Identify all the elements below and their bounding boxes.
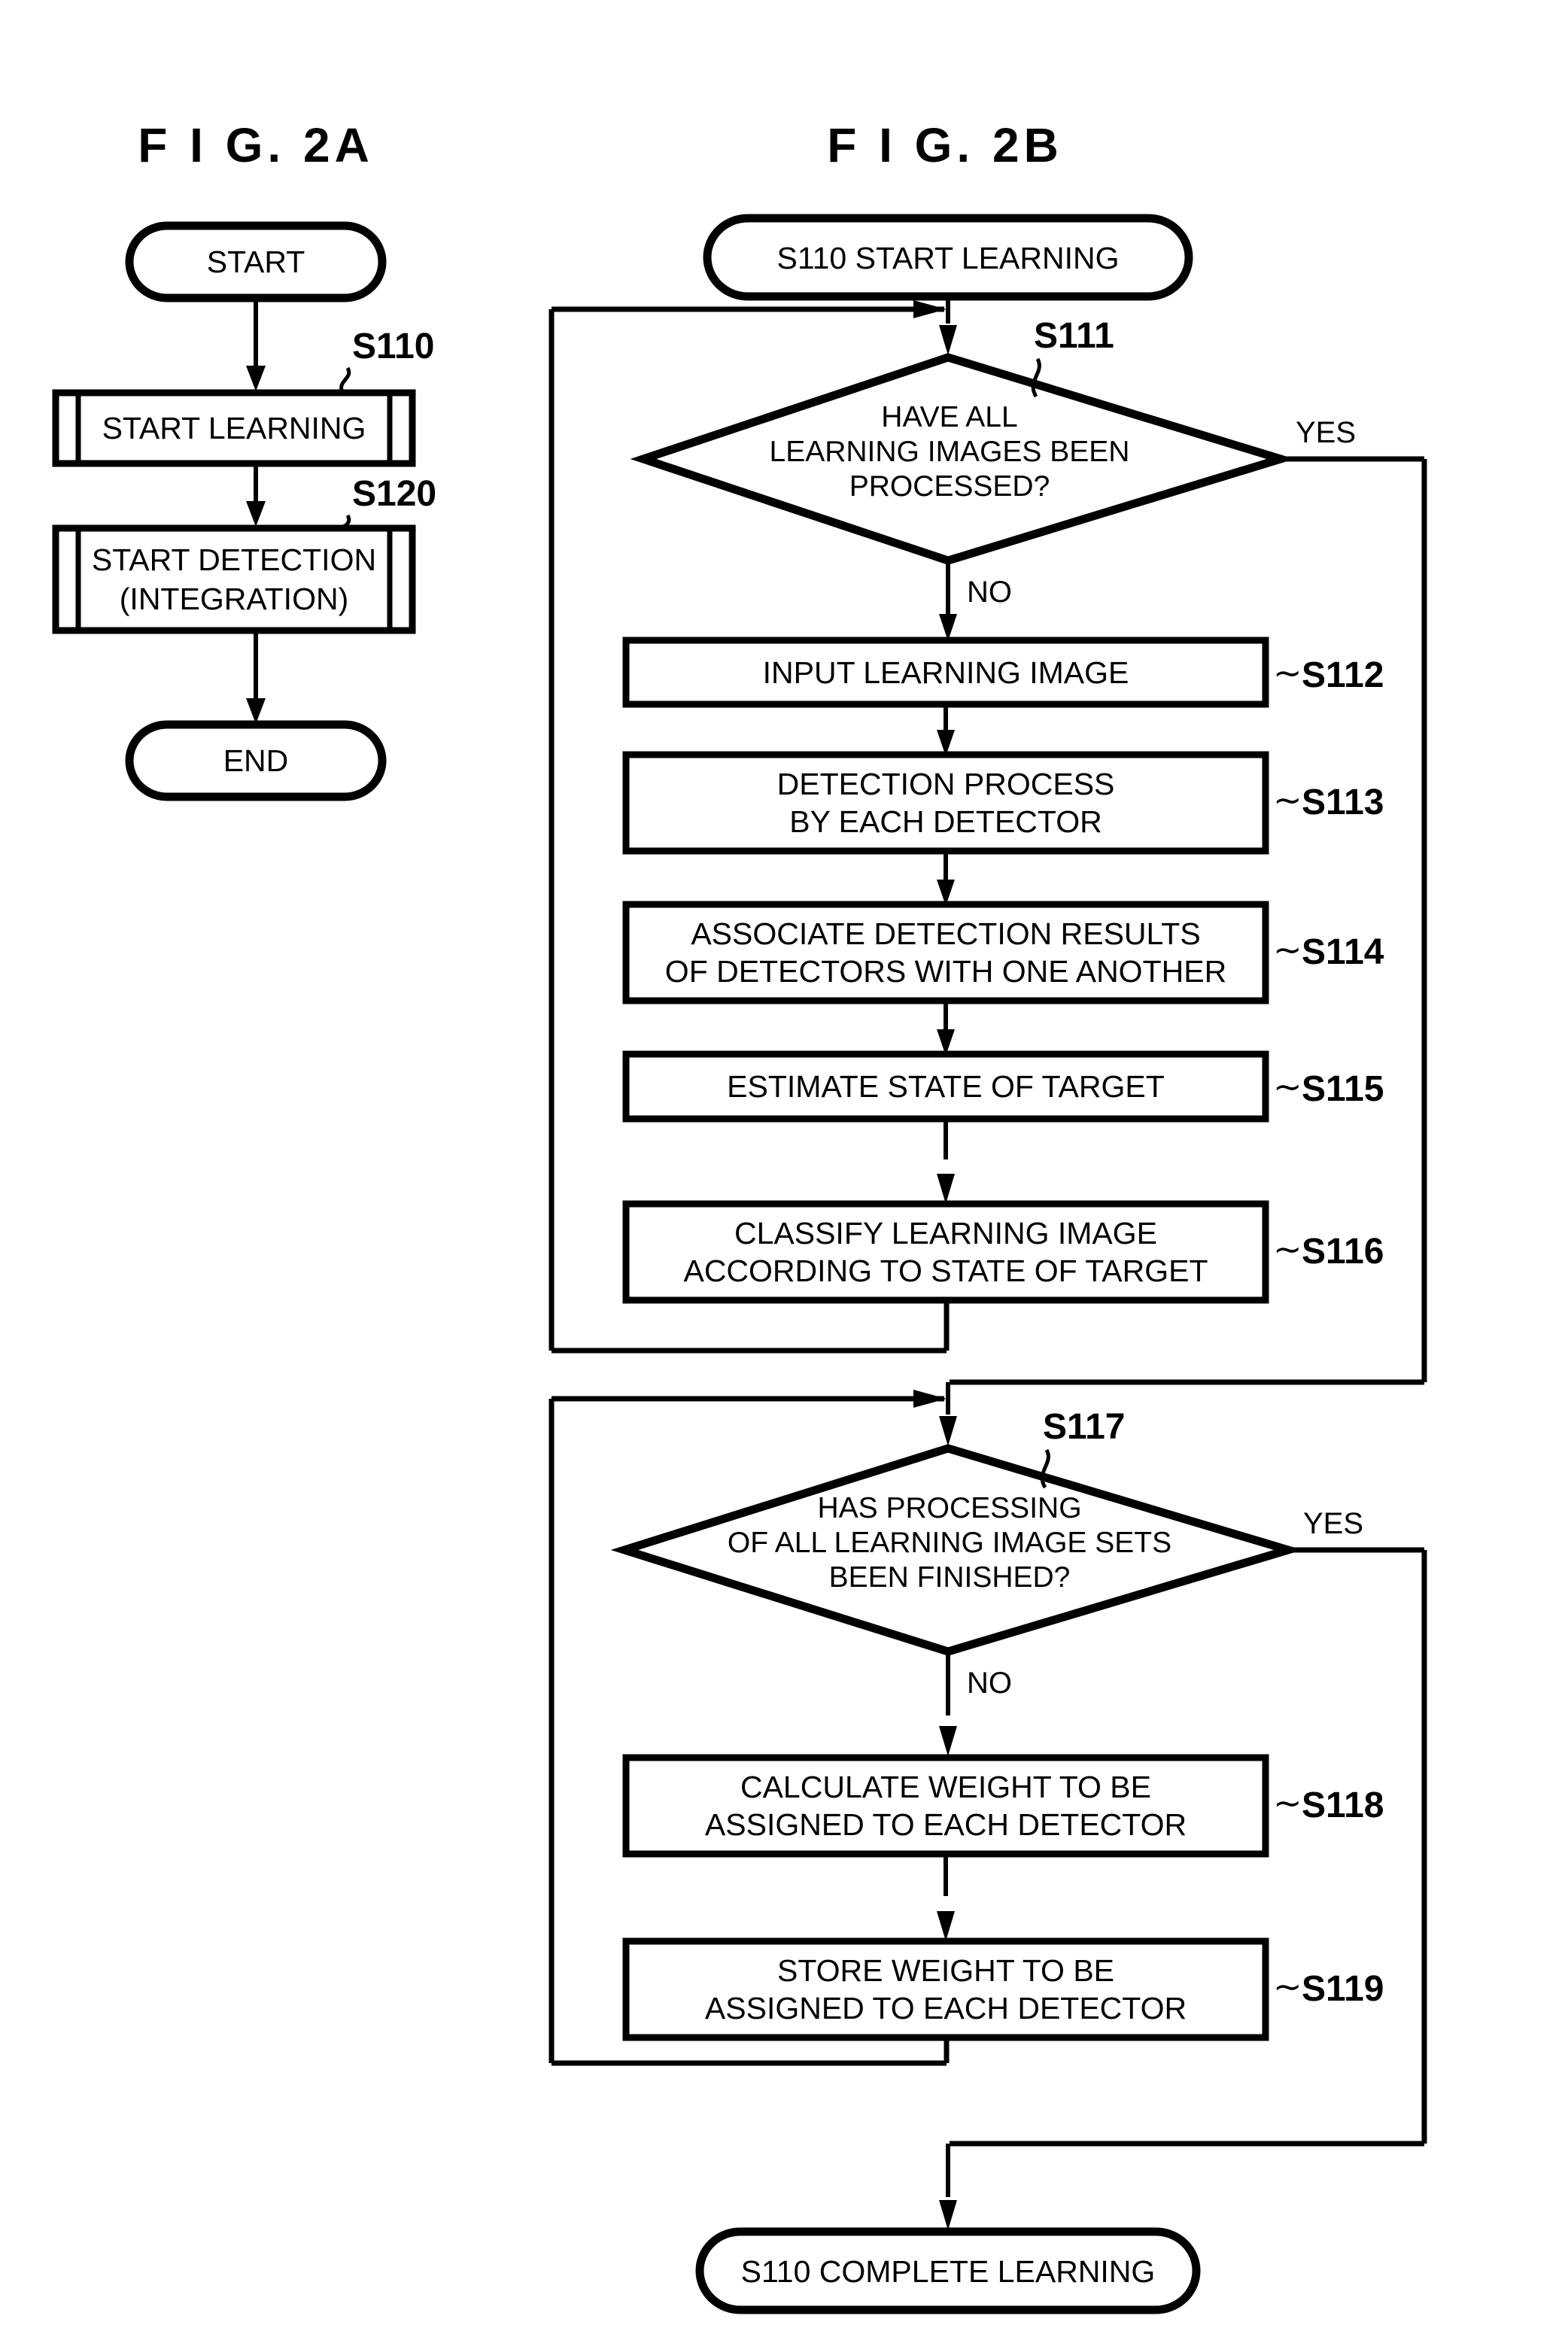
fig2b-s115-label-line1: ESTIMATE STATE OF TARGET [727,1069,1165,1104]
fig2b-s112-tilde: ∼ [1273,653,1302,692]
flowchart-canvas: F I G. 2A START START LEARNING S110 STAR… [52,118,1427,2314]
fig2b-arrowhead-s116 [937,1174,955,1204]
fig2b-s111-label-line1: HAVE ALL [881,401,1017,433]
fig2a-arrowhead-1 [246,366,266,391]
patent-figure-sheet: F I G. 2A START START LEARNING S110 STAR… [0,0,1568,2343]
fig2a-s110-label: START LEARNING [102,411,366,445]
fig2a-start-label: START [207,245,305,279]
fig2a-arrowhead-3 [246,698,266,724]
fig2b-end-label: S110 COMPLETE LEARNING [741,2254,1156,2289]
fig2a-s120-leader [339,514,351,530]
fig2b-s119-tilde: ∼ [1273,1967,1302,2006]
fig2b-s118-label-line2: ASSIGNED TO EACH DETECTOR [705,1807,1187,1842]
fig2a-s120-step-label: S120 [352,474,436,514]
fig2b-s111-yes-label: YES [1296,416,1356,449]
fig2b-s113-label-line1: DETECTION PROCESS [777,767,1115,801]
fig2a-s120-label-line2: (INTEGRATION) [120,582,348,616]
fig-2a-title: F I G. 2A [138,118,374,172]
fig2b-s111-label-line2: LEARNING IMAGES BEEN [770,436,1130,468]
fig2b-s118-tilde: ∼ [1273,1783,1302,1822]
fig2b-s116-label-line2: ACCORDING TO STATE OF TARGET [683,1254,1208,1288]
fig2b-s111-label-line3: PROCESSED? [849,470,1050,503]
fig2b-s112-label-line1: INPUT LEARNING IMAGE [763,655,1129,690]
fig2b-s111-no-label: NO [967,576,1012,609]
fig2b-s111-step-label: S111 [1034,316,1114,356]
fig2b-s114-label-line1: ASSOCIATE DETECTION RESULTS [691,916,1200,951]
fig2b-s113-label-line2: BY EACH DETECTOR [789,804,1102,839]
fig2b-s115-tilde: ∼ [1273,1067,1302,1106]
fig2b-s117-step-label: S117 [1043,1407,1125,1447]
fig2b-s119-label-line1: STORE WEIGHT TO BE [777,1953,1114,1988]
fig2b-s116-step-label: S116 [1302,1232,1384,1272]
fig2b-loopback-2-arrowhead [913,1390,947,1408]
fig2b-s115-step-label: S115 [1302,1069,1384,1109]
fig2b-s114-tilde: ∼ [1273,930,1302,969]
fig2b-s118-label-line1: CALCULATE WEIGHT TO BE [740,1770,1151,1804]
fig2b-arrowhead-s117 [939,1416,957,1446]
fig2b-s118-step-label: S118 [1302,1785,1384,1825]
fig2b-s116-tilde: ∼ [1273,1229,1302,1269]
fig2b-s117-yes-label: YES [1303,1507,1363,1540]
fig2a-end-label: END [223,743,289,778]
fig2b-s117-label-line3: BEEN FINISHED? [829,1561,1071,1594]
fig2b-arrowhead-s111 [939,325,957,355]
fig2b-s116-label-line1: CLASSIFY LEARNING IMAGE [734,1216,1157,1251]
fig2a-arrowhead-2 [246,501,266,527]
fig2b-start-label: S110 START LEARNING [777,241,1120,275]
fig-2b-title: F I G. 2B [827,118,1063,172]
fig2b-s119-label-line2: ASSIGNED TO EACH DETECTOR [705,1991,1187,2025]
fig2a-s110-leader [339,366,351,394]
fig2b-s113-tilde: ∼ [1273,780,1302,819]
fig2b-loopback-1-arrowhead [913,300,947,318]
fig2b-s114-label-line2: OF DETECTORS WITH ONE ANOTHER [665,954,1226,989]
fig2b-s117-label-line1: HAS PROCESSING [817,1492,1081,1524]
fig2b-s113-step-label: S113 [1302,783,1384,822]
fig2b-s114-step-label: S114 [1302,932,1384,972]
fig2b-s119-step-label: S119 [1302,1969,1384,2009]
fig2b-s117-no-label: NO [967,1667,1012,1700]
fig2b-s112-step-label: S112 [1302,655,1384,695]
fig2b-arrowhead-end [939,2200,957,2230]
fig2b-s117-label-line2: OF ALL LEARNING IMAGE SETS [728,1527,1171,1559]
fig2b-arrowhead-s118 [939,1726,957,1756]
fig2a-s110-step-label: S110 [352,327,434,366]
fig2a-s120-label-line1: START DETECTION [92,542,376,577]
fig2b-arrowhead-s119 [937,1911,955,1941]
